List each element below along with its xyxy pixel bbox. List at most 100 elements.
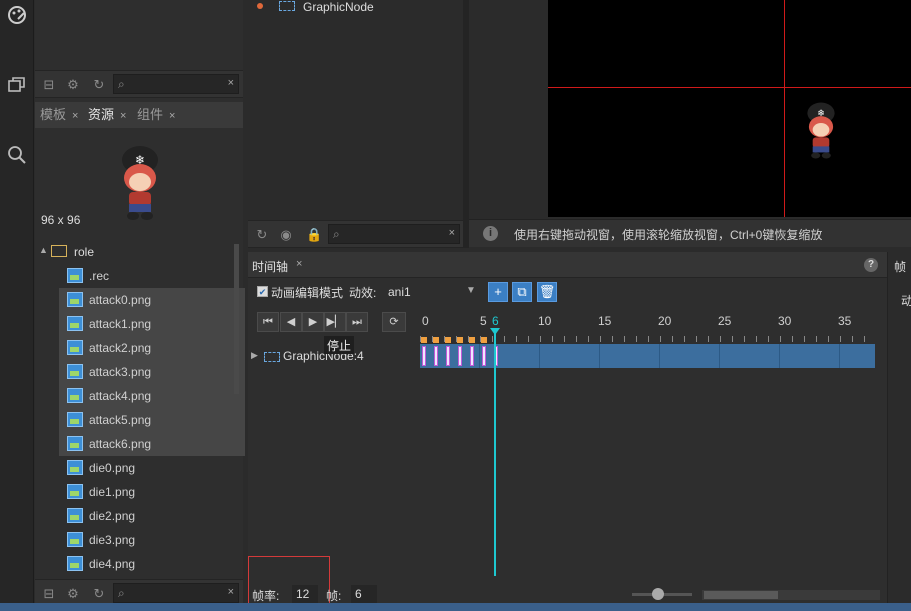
refresh-icon[interactable]: ↻: [254, 227, 270, 243]
node-label[interactable]: GraphicNode: [303, 0, 374, 14]
refresh-icon[interactable]: ↻: [91, 77, 107, 93]
image-file-icon: [67, 436, 83, 451]
image-file-icon: [67, 364, 83, 379]
loop-button[interactable]: ⟳: [382, 312, 406, 332]
search-icon: ⌕: [118, 586, 125, 600]
timeline-hscrollbar[interactable]: [702, 590, 880, 600]
tab-close-icon[interactable]: ×: [72, 110, 78, 122]
add-keyframe-button[interactable]: +: [488, 282, 508, 302]
image-file-icon: [67, 532, 83, 547]
list-item[interactable]: die4.png: [59, 552, 245, 576]
activity-bar: [0, 0, 34, 611]
tab-templates[interactable]: 模板 ×: [40, 102, 78, 128]
animation-track[interactable]: [420, 344, 875, 368]
delete-animation-button[interactable]: 🗑: [537, 282, 557, 302]
preview-size-label: 96 x 96: [41, 213, 81, 227]
scrollbar-thumb[interactable]: [704, 591, 778, 599]
anim-mode-label: 动画编辑模式: [271, 286, 344, 300]
collapse-icon[interactable]: ⊟: [41, 77, 57, 93]
bottom-search-input[interactable]: ⌕ ×: [113, 583, 239, 603]
clear-search-icon[interactable]: ×: [449, 227, 455, 239]
list-item[interactable]: attack6.png: [59, 432, 245, 456]
keyframe-marker: [445, 337, 451, 343]
tab-timeline[interactable]: 时间轴: [252, 258, 288, 275]
playhead-handle[interactable]: [490, 328, 500, 335]
list-item[interactable]: die3.png: [59, 528, 245, 552]
list-item[interactable]: attack1.png: [59, 312, 245, 336]
copy-animation-button[interactable]: ⧉: [512, 282, 532, 302]
list-item[interactable]: attack2.png: [59, 336, 245, 360]
panel-field-label: 动: [901, 294, 911, 308]
frame-input[interactable]: 6: [351, 585, 377, 603]
list-item[interactable]: attack5.png: [59, 408, 245, 432]
tree-folder-role[interactable]: ▲ role: [35, 240, 243, 264]
palette-icon[interactable]: [0, 4, 34, 34]
assets-tabbar: 模板 × 资源 × 组件 ×: [35, 102, 243, 128]
scene-character-sprite[interactable]: ❄: [802, 98, 840, 160]
assets-search-input[interactable]: ⌕ ×: [113, 74, 239, 94]
properties-panel: 帧 动: [887, 252, 911, 611]
image-file-icon: [67, 508, 83, 523]
tab-components[interactable]: 组件 ×: [137, 102, 175, 128]
expand-arrow-icon[interactable]: ▶: [251, 350, 258, 361]
keyframe-marker: [433, 337, 439, 343]
timeline-panel: 时间轴 × ? ✔ 动画编辑模式 动效: ani1 ▼ + ⧉ 🗑 ⏮ ◀ ▶ …: [248, 252, 887, 611]
windows-icon[interactable]: [0, 74, 34, 104]
crosshair-horizontal: [548, 87, 911, 88]
tab-close-icon[interactable]: ×: [169, 110, 175, 122]
hierarchy-toolbar: ↻ ◉ 🔒 ⌕ ×: [248, 220, 463, 248]
play-button[interactable]: ▶: [302, 312, 324, 332]
ruler-tick-label: 25: [718, 314, 732, 328]
playhead[interactable]: [494, 330, 496, 576]
clear-search-icon[interactable]: ×: [228, 77, 234, 89]
file-label: die0.png: [89, 461, 136, 475]
gear-icon[interactable]: ⚙: [65, 77, 81, 93]
keyframe[interactable]: [470, 346, 474, 366]
anim-mode-checkbox[interactable]: ✔: [257, 286, 268, 297]
node-dot-icon: [257, 3, 263, 9]
help-icon[interactable]: ?: [864, 258, 878, 272]
search-icon[interactable]: [0, 144, 34, 174]
keyframe[interactable]: [434, 346, 438, 366]
first-frame-button[interactable]: ⏮: [257, 312, 279, 332]
os-taskbar: [0, 603, 911, 611]
list-item[interactable]: die1.png: [59, 480, 245, 504]
hierarchy-search-input[interactable]: ⌕ ×: [328, 224, 460, 244]
tab-close-icon[interactable]: ×: [120, 110, 126, 122]
list-item[interactable]: die2.png: [59, 504, 245, 528]
keyframe[interactable]: [422, 346, 426, 366]
eye-icon[interactable]: ◉: [278, 227, 294, 243]
image-file-icon: [67, 460, 83, 475]
tab-resources[interactable]: 资源 ×: [88, 102, 126, 128]
prev-frame-button[interactable]: ◀: [280, 312, 302, 332]
graphic-node-icon: [279, 1, 295, 11]
fps-input[interactable]: 12: [292, 585, 318, 603]
next-frame-button[interactable]: ▶▏: [324, 312, 346, 332]
refresh-icon[interactable]: ↻: [91, 586, 107, 602]
last-frame-button[interactable]: ⏭: [346, 312, 368, 332]
file-label: die2.png: [89, 509, 136, 523]
list-item[interactable]: .rec: [59, 264, 245, 288]
gear-icon[interactable]: ⚙: [65, 586, 81, 602]
image-file-icon: [67, 316, 83, 331]
tab-close-icon[interactable]: ×: [296, 258, 302, 270]
assets-panel: ⊟ ⚙ ↻ ⌕ × 模板 × 资源 × 组件 × ❄ 96 x 96 ▲ rol…: [35, 0, 245, 611]
list-item[interactable]: attack0.png: [59, 288, 245, 312]
collapse-icon[interactable]: ⊟: [41, 586, 57, 602]
keyframe[interactable]: [458, 346, 462, 366]
list-item[interactable]: die0.png: [59, 456, 245, 480]
keyframe[interactable]: [482, 346, 486, 366]
crosshair-vertical: [784, 0, 785, 217]
scene-view[interactable]: ❄: [548, 0, 911, 217]
effect-select[interactable]: ani1 ▼: [384, 282, 480, 302]
keyframe[interactable]: [446, 346, 450, 366]
clear-search-icon[interactable]: ×: [228, 586, 234, 598]
hierarchy-panel: GraphicNode ↻ ◉ 🔒 ⌕ ×: [248, 0, 463, 248]
list-item[interactable]: attack3.png: [59, 360, 245, 384]
tree-scrollbar[interactable]: [234, 244, 239, 394]
zoom-slider-thumb[interactable]: [652, 588, 664, 600]
list-item[interactable]: attack4.png: [59, 384, 245, 408]
expand-arrow-icon[interactable]: ▲: [39, 245, 48, 255]
timeline-ruler[interactable]: 0 5 6 10 15 20 25 30 35: [420, 312, 875, 342]
lock-icon[interactable]: 🔒: [306, 227, 322, 243]
